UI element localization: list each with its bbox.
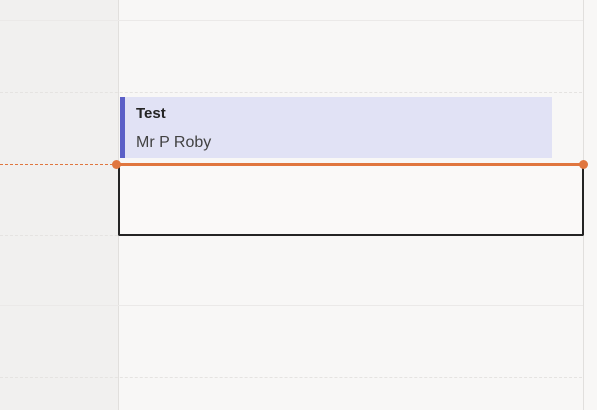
current-time-dot-right: [579, 160, 588, 169]
current-time-line-gutter: [0, 164, 118, 165]
hour-gridline: [0, 305, 597, 306]
selected-time-slot[interactable]: [118, 165, 584, 236]
half-hour-gridline: [0, 92, 597, 93]
half-hour-gridline: [0, 377, 597, 378]
event-organizer: Mr P Roby: [136, 134, 212, 151]
right-edge: [584, 0, 597, 410]
calendar-day-view: Test Mr P Roby: [0, 0, 597, 410]
event-accent-bar: [120, 97, 125, 158]
current-time-dot-left: [112, 160, 121, 169]
calendar-event[interactable]: Test Mr P Roby: [120, 97, 552, 158]
current-time-line: [118, 163, 584, 166]
event-title: Test: [136, 105, 166, 122]
time-gutter: [0, 0, 118, 410]
hour-gridline: [0, 20, 597, 21]
